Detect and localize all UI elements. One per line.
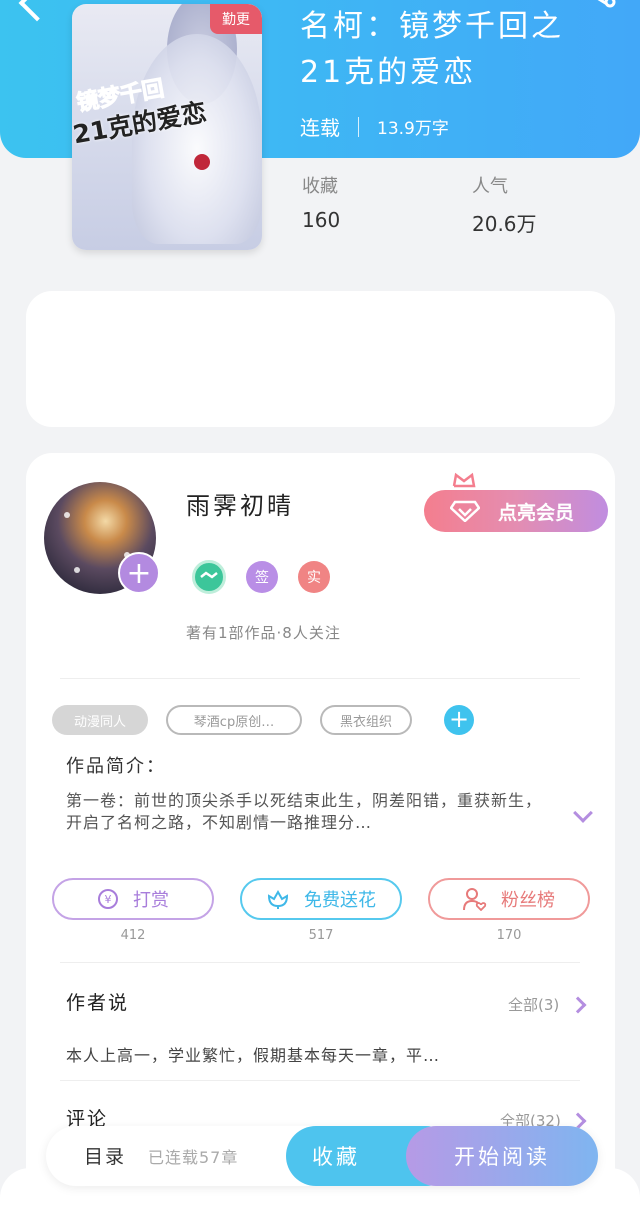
collect-label: 收藏 bbox=[312, 1145, 360, 1169]
cover-badge: 勤更 bbox=[210, 4, 262, 34]
fans-label: 粉丝榜 bbox=[501, 890, 555, 911]
handshake-icon bbox=[200, 571, 218, 579]
divider bbox=[60, 1080, 580, 1081]
intro-text: 第一卷：前世的顶尖杀手以死结束此生，阴差阳错，重获新生，开启了名柯之路，不知剧情… bbox=[66, 791, 543, 832]
svg-text:¥: ¥ bbox=[105, 893, 112, 906]
author-says-title: 作者说 bbox=[66, 992, 130, 1014]
flower-count: 517 bbox=[308, 928, 334, 943]
meta-divider bbox=[358, 116, 359, 137]
reward-count: 412 bbox=[120, 928, 146, 943]
author-says-more[interactable]: 全部(3) bbox=[508, 994, 559, 1015]
ad-placeholder-card bbox=[26, 291, 615, 427]
yen-icon: ¥ bbox=[97, 888, 119, 910]
flower-icon bbox=[266, 888, 290, 910]
divider bbox=[60, 678, 580, 679]
book-title: 名柯：镜梦千回之21克的爱恋 bbox=[300, 9, 564, 90]
verified-badge: 实 bbox=[298, 561, 330, 593]
word-count: 13.9万字 bbox=[377, 119, 449, 139]
cover-art-rose bbox=[194, 154, 210, 170]
popularity-stat: 人气 20.6万 bbox=[472, 172, 537, 237]
avatar-sparkle bbox=[74, 567, 80, 573]
person-heart-icon bbox=[463, 887, 487, 911]
tag-list: 动漫同人 琴酒cp原创… 黑衣组织 + bbox=[52, 705, 474, 735]
popularity-value: 20.6万 bbox=[472, 212, 537, 236]
author-says-text: 本人上高一，学业繁忙，假期基本每天一章，平… bbox=[66, 1046, 441, 1065]
avatar-sparkle bbox=[64, 512, 70, 518]
catalog-button[interactable]: 目录 bbox=[84, 1142, 126, 1169]
crown-icon bbox=[452, 472, 476, 488]
serial-status: 连载 bbox=[300, 116, 340, 140]
author-summary: 著有1部作品·8人关注 bbox=[186, 624, 341, 642]
author-badges: 签 实 bbox=[192, 560, 330, 594]
reward-label: 打赏 bbox=[133, 890, 169, 911]
vip-button-label: 点亮会员 bbox=[498, 501, 575, 524]
flower-label: 免费送花 bbox=[304, 890, 376, 911]
tag-item[interactable]: 动漫同人 bbox=[52, 705, 148, 735]
tag-item[interactable]: 琴酒cp原创… bbox=[166, 705, 302, 735]
divider bbox=[60, 962, 580, 963]
free-flower-button[interactable]: 免费送花 bbox=[240, 878, 402, 920]
cover-art-figure bbox=[132, 34, 262, 244]
follow-plus-icon[interactable]: + bbox=[118, 552, 160, 594]
intro-title: 作品简介： bbox=[66, 756, 166, 777]
author-name[interactable]: 雨霁初晴 bbox=[186, 486, 294, 521]
tag-item[interactable]: 黑衣组织 bbox=[320, 705, 412, 735]
reward-button[interactable]: ¥ 打赏 bbox=[52, 878, 214, 920]
start-reading-label: 开始阅读 bbox=[454, 1145, 550, 1169]
popularity-label: 人气 bbox=[472, 176, 508, 197]
book-cover[interactable]: 勤更 镜梦千回 21克的爱恋 bbox=[72, 4, 262, 250]
diamond-icon bbox=[450, 500, 480, 522]
favorites-stat: 收藏 160 bbox=[302, 172, 340, 232]
start-reading-button[interactable]: 开始阅读 bbox=[406, 1126, 598, 1186]
favorites-value: 160 bbox=[302, 208, 341, 232]
book-meta: 连载 13.9万字 bbox=[300, 112, 449, 141]
favorites-label: 收藏 bbox=[302, 176, 338, 197]
handshake-badge-icon bbox=[192, 560, 226, 594]
fans-ranking-button[interactable]: 粉丝榜 bbox=[428, 878, 590, 920]
signed-badge: 签 bbox=[246, 561, 278, 593]
add-tag-icon[interactable]: + bbox=[444, 705, 474, 735]
fans-count: 170 bbox=[496, 928, 522, 943]
chapter-progress: 已连载57章 bbox=[148, 1148, 239, 1167]
